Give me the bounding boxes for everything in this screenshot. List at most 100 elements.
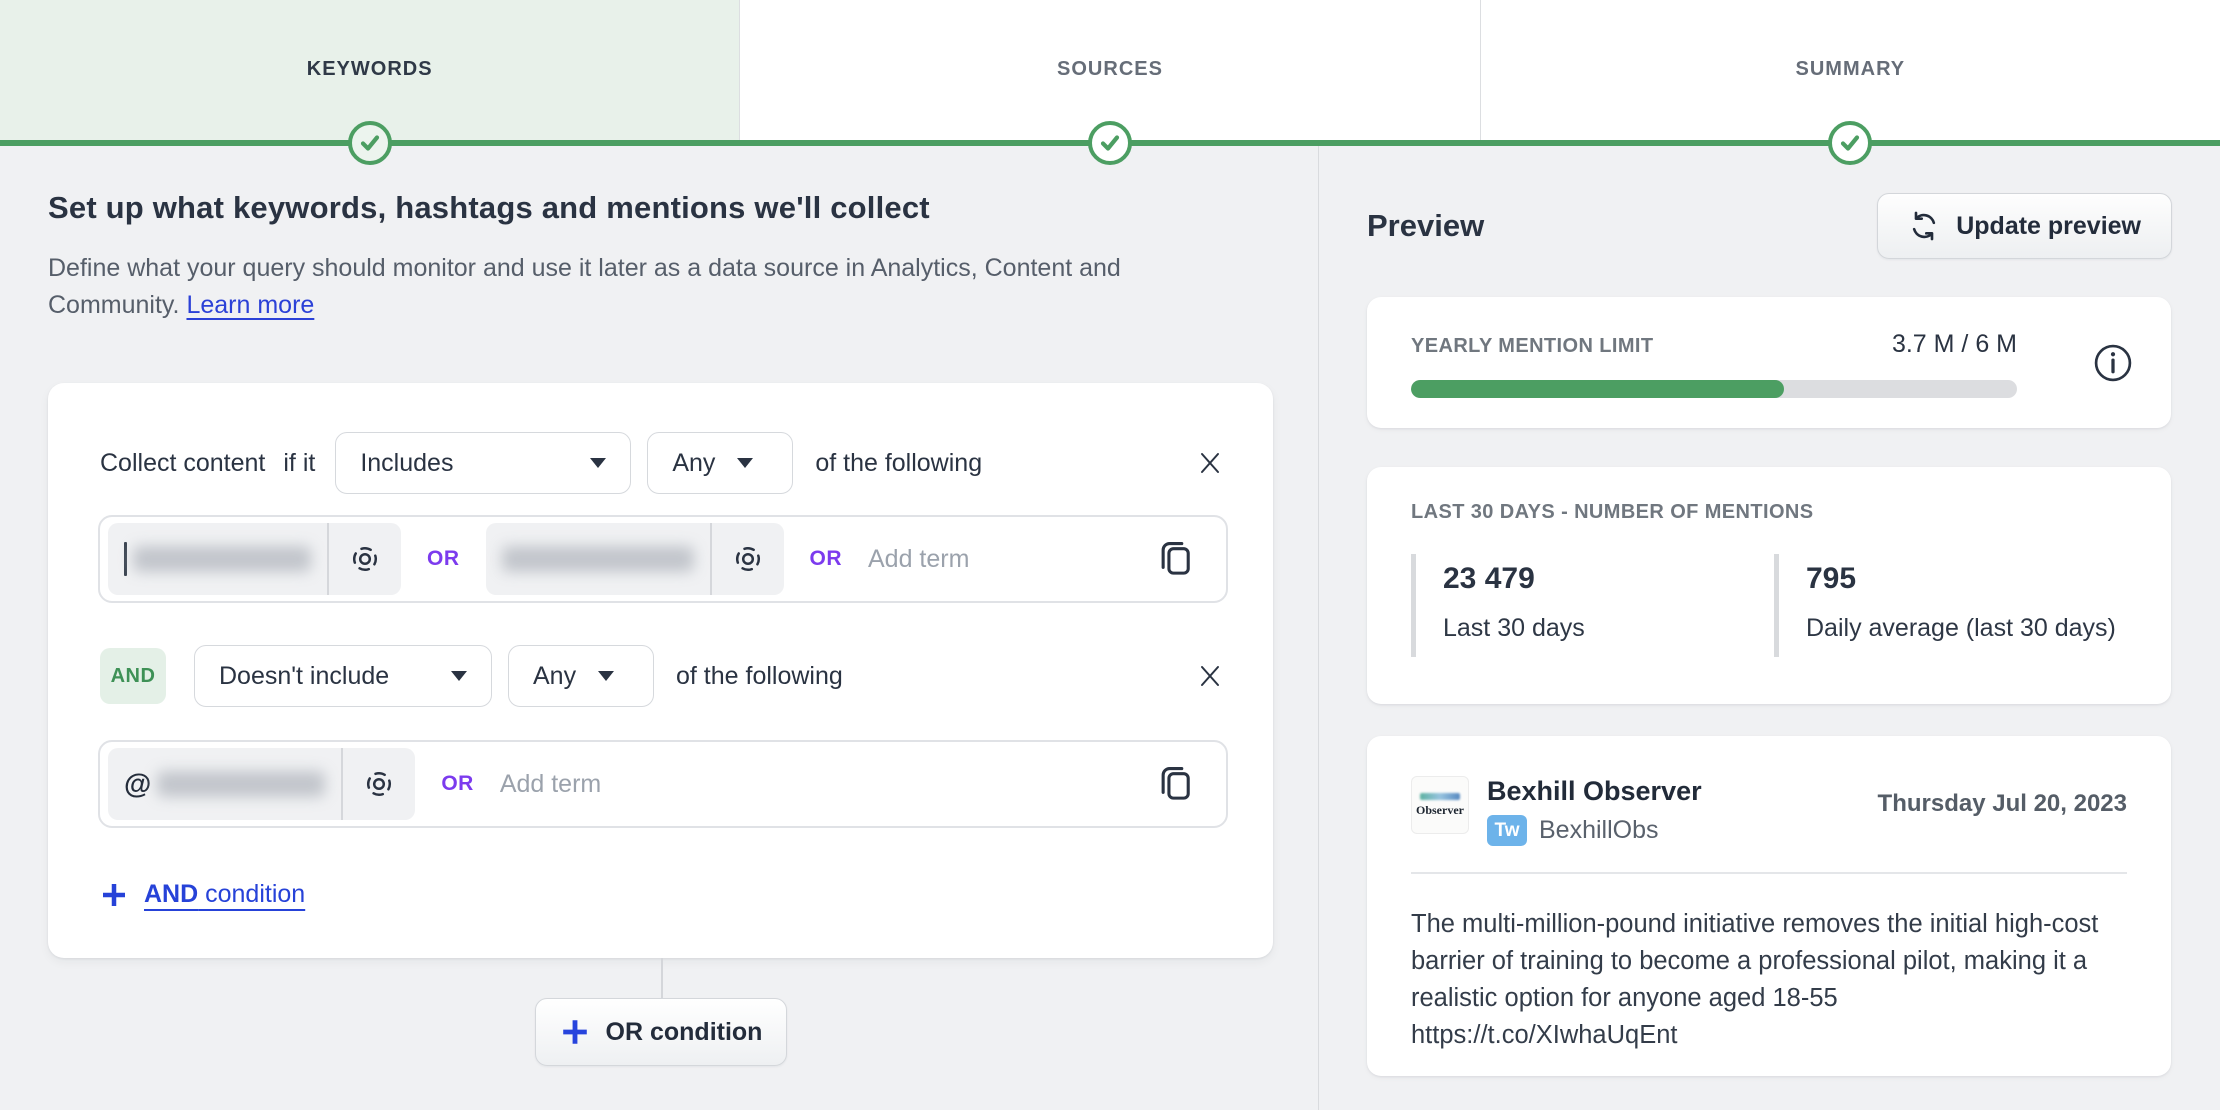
redacted-term-text — [133, 546, 311, 572]
info-icon[interactable] — [2091, 341, 2135, 385]
mention-date: Thursday Jul 20, 2023 — [1878, 790, 2127, 818]
source-logo-art — [1420, 793, 1460, 800]
condition-card: Collect content if it Includes Any of th… — [48, 383, 1273, 958]
chevron-down-icon — [737, 458, 753, 468]
condition-connector-line — [661, 958, 663, 998]
stat-last-30-days: 23 479 Last 30 days — [1411, 554, 1774, 657]
or-separator: OR — [441, 772, 474, 796]
main-content: Set up what keywords, hashtags and menti… — [0, 146, 2220, 1110]
chevron-down-icon — [590, 458, 606, 468]
page-title: Set up what keywords, hashtags and menti… — [48, 190, 930, 226]
or-separator: OR — [810, 547, 843, 571]
exact-match-target-icon[interactable] — [343, 769, 415, 799]
redacted-term-text — [502, 546, 694, 572]
step-summary-label: SUMMARY — [1481, 58, 2220, 81]
keyword-term-chip[interactable] — [486, 523, 784, 595]
remove-condition-button[interactable] — [1195, 661, 1225, 691]
stat-value: 23 479 — [1443, 562, 1774, 596]
step-sources[interactable]: SOURCES — [739, 0, 1479, 146]
update-preview-label: Update preview — [1956, 212, 2141, 241]
excluded-term-redacted: @ — [108, 768, 341, 800]
source-logo-text: Observer — [1416, 803, 1464, 818]
mention-author-handle[interactable]: BexhillObs — [1539, 816, 1659, 845]
match-any-select-value: Any — [672, 449, 715, 478]
mention-source-name[interactable]: Bexhill Observer — [1487, 776, 1702, 807]
text-caret — [124, 542, 127, 576]
mention-at-prefix: @ — [124, 768, 151, 800]
keyword-term-redacted — [486, 546, 710, 572]
step-keywords-label: KEYWORDS — [0, 58, 739, 81]
include-terms-input[interactable]: OR OR — [98, 515, 1228, 603]
stat-label: Daily average (last 30 days) — [1806, 614, 2116, 643]
refresh-icon — [1908, 210, 1940, 242]
exact-match-target-icon[interactable] — [329, 544, 401, 574]
page-description: Define what your query should monitor an… — [48, 250, 1238, 324]
keywords-setup-panel: Set up what keywords, hashtags and menti… — [0, 146, 1319, 1110]
twitter-badge: Tw — [1487, 815, 1527, 846]
of-the-following-label: of the following — [676, 662, 843, 691]
source-logo: Observer — [1411, 776, 1469, 834]
keyword-term-chip[interactable] — [108, 523, 401, 595]
mentions-stats-label: LAST 30 DAYS - NUMBER OF MENTIONS — [1411, 501, 1814, 523]
add-or-condition-label: OR condition — [606, 1018, 763, 1047]
mention-limit-progress-track — [1411, 380, 2017, 398]
add-term-input[interactable] — [500, 770, 1154, 799]
remove-condition-button[interactable] — [1195, 448, 1225, 478]
add-and-condition-link[interactable]: AND condition — [100, 880, 305, 909]
preview-title: Preview — [1367, 208, 1484, 244]
exclude-select-value: Doesn't include — [219, 662, 389, 691]
redacted-term-text — [157, 771, 325, 797]
copy-terms-icon[interactable] — [1154, 535, 1198, 583]
step-summary[interactable]: SUMMARY — [1480, 0, 2220, 146]
mentions-stats-card: LAST 30 DAYS - NUMBER OF MENTIONS 23 479… — [1367, 467, 2171, 704]
collect-content-label: Collect content — [100, 449, 265, 478]
preview-header: Preview Update preview — [1367, 192, 2172, 260]
copy-terms-icon[interactable] — [1154, 760, 1198, 808]
learn-more-link[interactable]: Learn more — [186, 291, 314, 319]
exclude-select[interactable]: Doesn't include — [194, 645, 492, 707]
if-it-label: if it — [283, 449, 315, 478]
mention-limit-value: 3.7 M / 6 M — [1892, 330, 2017, 359]
include-select-value: Includes — [360, 449, 453, 478]
stat-value: 795 — [1806, 562, 2116, 596]
include-select[interactable]: Includes — [335, 432, 631, 494]
stat-daily-average: 795 Daily average (last 30 days) — [1774, 554, 2116, 657]
match-any-select[interactable]: Any — [508, 645, 654, 707]
add-and-condition-label: AND condition — [144, 880, 305, 909]
plus-icon — [100, 881, 128, 909]
step-sources-check-icon — [1088, 121, 1132, 165]
wizard-stepper: KEYWORDS SOURCES SUMMARY — [0, 0, 2220, 146]
mention-preview-card: Observer Bexhill Observer Tw BexhillObs … — [1367, 736, 2171, 1076]
mention-limit-card: YEARLY MENTION LIMIT 3.7 M / 6 M — [1367, 297, 2171, 428]
exclude-terms-input[interactable]: @ OR — [98, 740, 1228, 828]
chevron-down-icon — [451, 671, 467, 681]
update-preview-button[interactable]: Update preview — [1877, 193, 2172, 259]
exclude-condition-row: AND Doesn't include Any of the following — [100, 645, 1225, 707]
include-condition-row: Collect content if it Includes Any of th… — [100, 431, 1225, 495]
mention-limit-progress-fill — [1411, 380, 1784, 398]
mentions-stats-row: 23 479 Last 30 days 795 Daily average (l… — [1411, 554, 2127, 657]
plus-icon — [560, 1017, 590, 1047]
or-separator: OR — [427, 547, 460, 571]
stat-label: Last 30 days — [1443, 614, 1774, 643]
add-term-input[interactable] — [868, 545, 1154, 574]
step-keywords-check-icon — [348, 121, 392, 165]
of-the-following-label: of the following — [815, 449, 982, 478]
mention-divider — [1411, 872, 2127, 874]
add-or-condition-button[interactable]: OR condition — [535, 998, 787, 1066]
step-keywords[interactable]: KEYWORDS — [0, 0, 739, 146]
and-operator-badge: AND — [100, 648, 166, 704]
mention-header: Observer Bexhill Observer Tw BexhillObs … — [1411, 776, 2127, 846]
step-summary-check-icon — [1828, 121, 1872, 165]
query-setup-wizard: KEYWORDS SOURCES SUMMARY Set up what key… — [0, 0, 2220, 1110]
mention-limit-label: YEARLY MENTION LIMIT — [1411, 335, 1653, 358]
step-sources-label: SOURCES — [740, 58, 1479, 81]
match-any-select-value: Any — [533, 662, 576, 691]
mention-limit-content: YEARLY MENTION LIMIT 3.7 M / 6 M — [1411, 330, 2017, 398]
mention-text: The multi-million-pound initiative remov… — [1411, 906, 2101, 1054]
exact-match-target-icon[interactable] — [712, 544, 784, 574]
match-any-select[interactable]: Any — [647, 432, 793, 494]
preview-panel: Preview Update preview YEARLY MENTION LI… — [1319, 146, 2220, 1110]
excluded-term-chip[interactable]: @ — [108, 748, 415, 820]
mention-titles: Bexhill Observer Tw BexhillObs — [1487, 776, 1702, 846]
